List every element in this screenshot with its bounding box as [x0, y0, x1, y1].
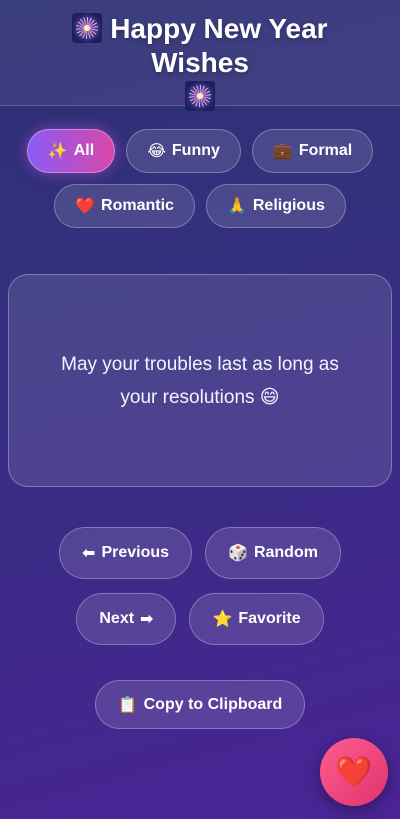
filter-religious[interactable]: 🙏 Religious: [205, 184, 346, 228]
next-label: Next: [99, 610, 135, 627]
previous-button[interactable]: ⬅ Previous: [59, 527, 193, 579]
controls-row-2: Next ➡ ⭐ Favorite: [0, 593, 400, 645]
random-label: Random: [253, 544, 318, 561]
heart-icon: ❤️: [335, 755, 373, 789]
filter-label: All: [73, 142, 95, 159]
filter-label: Formal: [298, 142, 353, 159]
sparkles-icon: ✨: [47, 143, 68, 160]
fireworks-icon: [185, 81, 215, 111]
wish-text: May your troubles last as long as your r…: [61, 353, 339, 408]
random-button[interactable]: 🎲 Random: [205, 527, 341, 579]
filter-formal[interactable]: 💼 Formal: [251, 129, 374, 173]
praying-hands-icon: 🙏: [226, 198, 247, 215]
wish-card: May your troubles last as long as your r…: [8, 274, 392, 487]
page-title-text: Happy New Year Wishes: [110, 13, 328, 78]
fireworks-icon: [72, 13, 103, 43]
filter-row-1: ✨ All 😂 Funny 💼 Formal: [0, 129, 400, 173]
app-header: Happy New Year Wishes: [0, 0, 400, 111]
filter-label: Religious: [252, 197, 325, 214]
page-title: Happy New Year Wishes: [20, 12, 380, 114]
previous-label: Previous: [101, 544, 170, 561]
category-filters: ✨ All 😂 Funny 💼 Formal ❤️ Romantic 🙏 Rel…: [0, 129, 400, 239]
wish-controls: ⬅ Previous 🎲 Random Next ➡ ⭐ Favorite: [0, 527, 400, 659]
copy-label: Copy to Clipboard: [143, 695, 283, 713]
next-button[interactable]: Next ➡: [76, 593, 177, 645]
controls-row-1: ⬅ Previous 🎲 Random: [0, 527, 400, 579]
arrow-left-icon: ⬅: [82, 545, 96, 562]
filter-romantic[interactable]: ❤️ Romantic: [54, 184, 195, 228]
favorites-fab-button[interactable]: ❤️: [320, 738, 388, 806]
arrow-right-icon: ➡: [140, 611, 154, 628]
briefcase-icon: 💼: [272, 143, 293, 160]
clipboard-icon: 📋: [117, 696, 138, 714]
copy-to-clipboard-button[interactable]: 📋 Copy to Clipboard: [94, 680, 306, 729]
filter-label: Funny: [171, 142, 220, 159]
filter-funny[interactable]: 😂 Funny: [126, 129, 241, 173]
star-icon: ⭐: [212, 611, 233, 628]
favorite-button[interactable]: ⭐ Favorite: [189, 593, 324, 645]
favorite-label: Favorite: [238, 610, 301, 627]
dice-icon: 🎲: [228, 545, 248, 562]
filter-row-2: ❤️ Romantic 🙏 Religious: [0, 184, 400, 228]
filter-label: Romantic: [101, 197, 174, 214]
copy-section: 📋 Copy to Clipboard: [0, 680, 400, 729]
filter-all[interactable]: ✨ All: [26, 129, 116, 173]
heart-icon: ❤️: [75, 198, 96, 215]
laughing-face-icon: 😂: [147, 143, 166, 160]
